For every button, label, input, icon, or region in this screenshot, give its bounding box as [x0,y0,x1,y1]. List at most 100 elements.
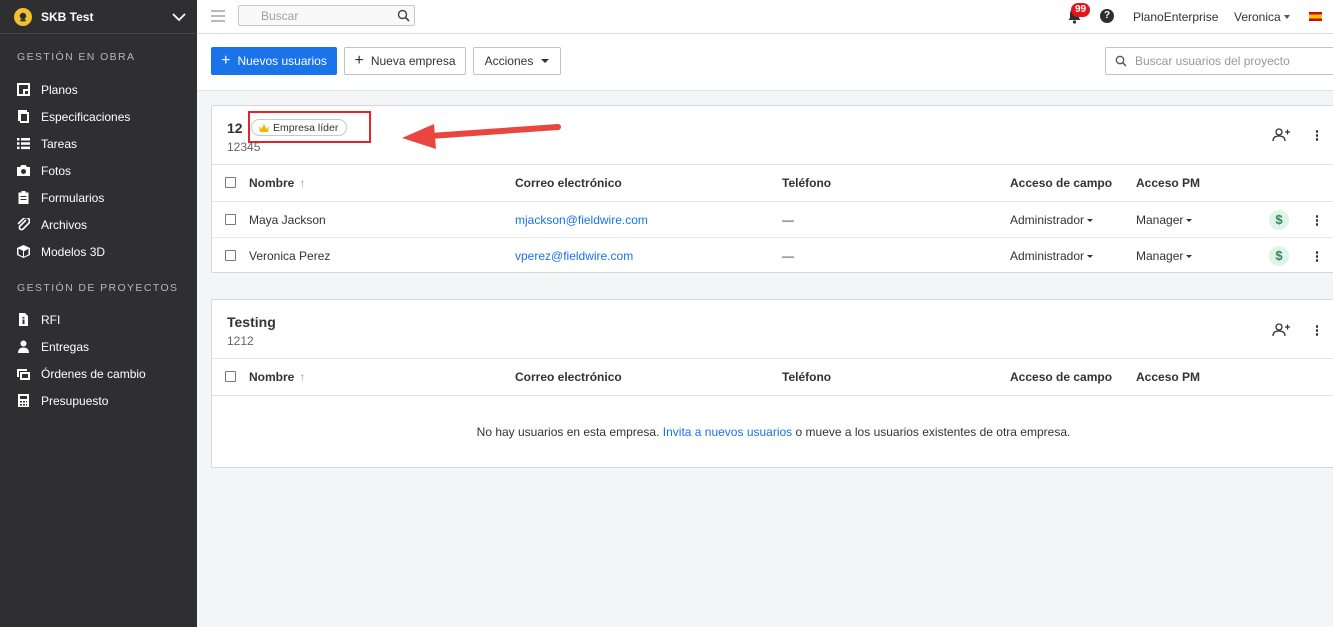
new-company-button[interactable]: + Nueva empresa [344,47,466,75]
submittal-person-icon [17,340,30,353]
company-more-options-icon[interactable] [1315,325,1319,337]
row-more-options-icon[interactable] [1315,251,1319,263]
sidebar-section-title: GESTIÓN EN OBRA [17,51,136,63]
actions-dropdown-button[interactable]: Acciones [473,47,561,75]
sidebar-item-ordenes-de-cambio[interactable]: Órdenes de cambio [0,360,197,387]
company-name: Testing [227,314,276,330]
add-user-icon[interactable] [1272,128,1290,142]
company-more-options-icon[interactable] [1315,130,1319,142]
users-table-header: Nombre ↑ Correo electrónico Teléfono Acce… [212,358,1333,396]
user-phone: — [782,212,794,227]
project-logo-icon [14,7,32,26]
specifications-icon [17,110,30,123]
select-all-checkbox[interactable] [225,177,236,188]
caret-down-icon [541,59,550,63]
sidebar-item-label: RFI [41,312,61,327]
plus-icon: + [354,52,364,69]
help-icon[interactable]: ? [1100,9,1114,23]
change-order-icon [17,367,30,380]
caret-down-icon [1087,255,1094,259]
chevron-down-icon[interactable] [171,9,187,25]
sidebar-item-label: Modelos 3D [41,244,106,259]
table-row: Veronica Perez vperez@fieldwire.com — Ad… [212,238,1333,274]
empty-state-message: No hay usuarios en esta empresa. Invita … [476,425,1071,439]
project-users-search [1105,47,1333,75]
pm-access-dropdown[interactable]: Manager [1136,213,1193,227]
user-email-link[interactable]: mjackson@fieldwire.com [515,213,648,227]
sidebar-item-label: Planos [41,82,78,97]
sidebar-item-label: Formularios [41,190,105,205]
caret-down-icon [1186,255,1193,259]
sidebar-nav-projects: RFI Entregas Órdenes de cambio Presupues… [0,306,197,414]
company-name: 12 [227,120,243,136]
camera-icon [17,164,30,177]
project-users-search-input[interactable] [1106,48,1333,74]
caret-down-icon [1186,218,1193,222]
spain-flag-icon[interactable] [1309,12,1322,21]
sidebar-item-modelos-3d[interactable]: Modelos 3D [0,238,197,265]
hamburger-menu-icon[interactable] [211,10,225,22]
row-checkbox[interactable] [225,213,236,225]
column-field-access-header: Acceso de campo [1010,176,1113,190]
sidebar-item-label: Entregas [41,339,90,354]
sidebar-item-fotos[interactable]: Fotos [0,157,197,184]
tasks-icon [17,137,30,150]
sidebar-item-rfi[interactable]: RFI [0,306,197,333]
project-switcher[interactable]: SKB Test [0,0,197,34]
invite-new-users-link[interactable]: Invita a nuevos usuarios [663,425,792,439]
sidebar-nav-field: Planos Especificaciones Tareas Fotos For… [0,76,197,265]
sidebar-item-label: Tareas [41,136,78,151]
sidebar-item-formularios[interactable]: Formularios [0,184,197,211]
field-access-dropdown[interactable]: Administrador [1010,213,1094,227]
column-pm-access-header: Acceso PM [1136,370,1201,384]
sidebar-item-especificaciones[interactable]: Especificaciones [0,103,197,130]
user-phone: — [782,249,794,263]
clipboard-icon [17,191,30,204]
sidebar-section-projects: GESTIÓN DE PROYECTOS [0,282,197,294]
global-search [238,5,415,26]
row-checkbox[interactable] [225,250,236,261]
sort-ascending-icon: ↑ [299,370,306,384]
sidebar-item-label: Fotos [41,163,72,178]
global-search-input[interactable] [239,6,389,25]
sidebar-item-label: Órdenes de cambio [41,366,146,381]
user-email-link[interactable]: vperez@fieldwire.com [515,249,633,263]
sidebar-item-tareas[interactable]: Tareas [0,130,197,157]
company-card: 12 12345 Empresa líder Nombre ↑ Correo el… [211,105,1333,273]
paperclip-icon [17,218,30,231]
select-all-checkbox[interactable] [225,371,236,382]
add-user-icon[interactable] [1272,323,1290,337]
sidebar-item-entregas[interactable]: Entregas [0,333,197,360]
top-bar: 99 ? PlanoEnterprise Veronica [197,0,1333,34]
field-access-dropdown[interactable]: Administrador [1010,249,1094,263]
sidebar-item-presupuesto[interactable]: Presupuesto [0,387,197,414]
actions-label: Acciones [484,54,534,68]
sidebar-section-title: GESTIÓN DE PROYECTOS [17,282,179,294]
rfi-document-icon [17,313,30,326]
plus-icon: + [221,52,231,69]
sort-ascending-icon: ↑ [299,176,306,190]
project-name: SKB Test [41,9,94,24]
plans-icon [17,83,30,96]
column-name-header[interactable]: Nombre ↑ [249,370,305,384]
column-name-header[interactable]: Nombre ↑ [249,176,305,190]
column-pm-access-header: Acceso PM [1136,176,1201,190]
row-more-options-icon[interactable] [1315,215,1319,227]
billing-dollar-icon[interactable]: $ [1269,246,1289,266]
sidebar-item-label: Archivos [41,217,88,232]
table-row: Maya Jackson mjackson@fieldwire.com — Ad… [212,202,1333,238]
billing-dollar-icon[interactable]: $ [1269,209,1289,230]
sidebar-item-archivos[interactable]: Archivos [0,211,197,238]
notification-count-badge: 99 [1071,3,1091,17]
plan-label[interactable]: PlanoEnterprise [1133,10,1218,24]
sidebar-item-planos[interactable]: Planos [0,76,197,103]
chevron-down-icon[interactable] [1284,15,1290,19]
company-card: Testing 1212 Nombre ↑ Correo electrónico … [211,299,1333,468]
sidebar: SKB Test GESTIÓN EN OBRA Planos Especifi… [0,0,197,627]
search-icon[interactable] [397,9,410,22]
column-field-access-header: Acceso de campo [1010,370,1113,384]
new-users-button[interactable]: + Nuevos usuarios [211,47,337,75]
pm-access-dropdown[interactable]: Manager [1136,249,1193,263]
column-phone-header: Teléfono [782,370,832,384]
user-menu[interactable]: Veronica [1234,10,1281,24]
